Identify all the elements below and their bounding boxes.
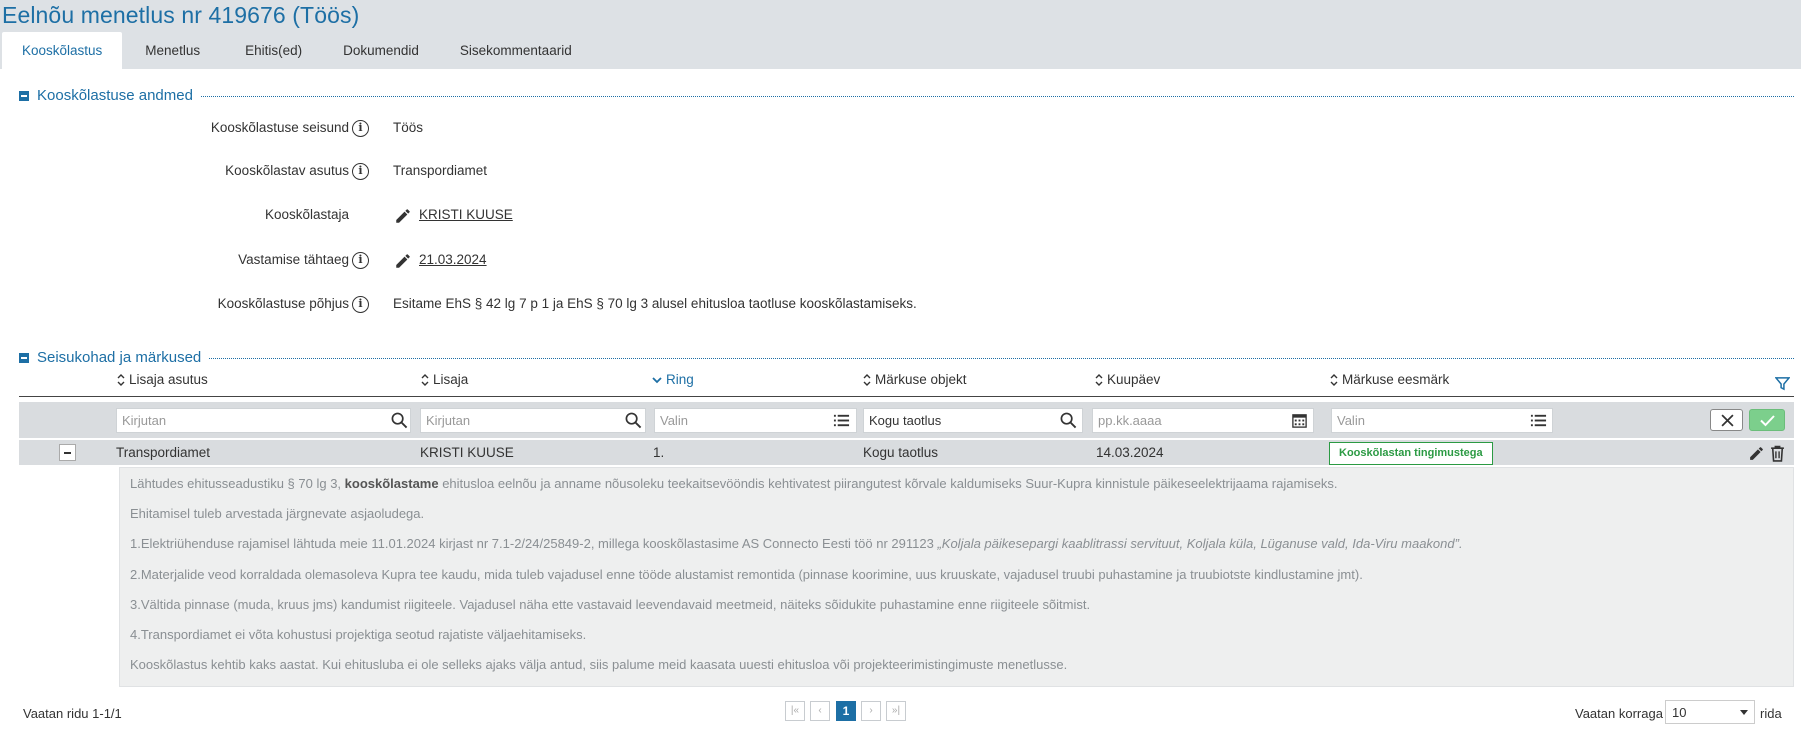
table-row[interactable]: Transpordiamet KRISTI KUUSE 1. Kogu taot… xyxy=(19,440,1794,465)
field-value: Transpordiamet xyxy=(393,163,488,178)
filter-author-input[interactable]: Kirjutan xyxy=(420,408,646,433)
calendar-icon[interactable] xyxy=(1291,412,1308,429)
deadline-link[interactable]: 21.03.2024 xyxy=(419,252,487,267)
info-icon[interactable]: i xyxy=(352,120,369,137)
divider xyxy=(209,358,1794,359)
info-icon[interactable]: i xyxy=(352,163,369,180)
tab-ehitised[interactable]: Ehitis(ed) xyxy=(225,32,322,69)
field-label: Kooskõlastav asutus xyxy=(225,163,349,178)
cell-author: KRISTI KUUSE xyxy=(420,445,514,460)
page-size-select[interactable]: 10 xyxy=(1665,700,1755,724)
filter-purpose-select[interactable]: Valin xyxy=(1331,408,1553,433)
last-page-button[interactable]: »| xyxy=(886,701,906,721)
cell-agency: Transpordiamet xyxy=(116,445,211,460)
tab-sisekommentaarid[interactable]: Sisekommentaarid xyxy=(440,32,592,69)
column-header-date[interactable]: Kuupäev xyxy=(1094,372,1160,387)
page-title: Eelnõu menetlus nr 419676 (Töös) xyxy=(2,2,360,28)
pencil-icon[interactable] xyxy=(394,252,412,270)
detail-paragraph: 4.Transpordiamet ei võta kohustusi proje… xyxy=(130,627,587,642)
chevron-down-icon xyxy=(1740,710,1748,715)
page-size-value: 10 xyxy=(1672,705,1687,720)
field-label: Vastamise tähtaeg xyxy=(238,252,349,267)
trash-icon[interactable] xyxy=(1770,445,1785,462)
field-deadline: Vastamise tähtaeg i 21.03.2024 xyxy=(0,252,1200,272)
field-approver: Kooskõlastaja KRISTI KUUSE xyxy=(0,207,1200,227)
pencil-icon[interactable] xyxy=(1748,445,1765,462)
info-icon[interactable]: i xyxy=(352,296,369,313)
list-icon[interactable] xyxy=(1530,412,1547,429)
detail-paragraph: Kooskõlastus kehtib kaks aastat. Kui ehi… xyxy=(130,657,1068,672)
divider xyxy=(200,96,1794,97)
next-page-button[interactable]: › xyxy=(861,701,881,721)
detail-paragraph: Ehitamisel tuleb arvestada järgnevate as… xyxy=(130,506,425,521)
collapse-row-button[interactable] xyxy=(59,444,76,461)
field-value: Esitame EhS § 42 lg 7 p 1 ja EhS § 70 lg… xyxy=(393,296,917,311)
sort-icon xyxy=(1330,373,1338,386)
tab-dokumendid[interactable]: Dokumendid xyxy=(323,32,439,69)
pagination-bar: Vaatan ridu 1-1/1 |« ‹ 1 › »| Vaatan kor… xyxy=(0,700,1801,729)
rows-suffix: rida xyxy=(1760,706,1782,721)
sort-desc-icon xyxy=(652,376,662,383)
search-icon[interactable] xyxy=(1060,412,1077,429)
cell-date: 14.03.2024 xyxy=(1096,445,1164,460)
comment-detail-panel: Lähtudes ehitusseadustiku § 70 lg 3, koo… xyxy=(119,467,1794,687)
filter-object-input[interactable]: Kogu taotlus xyxy=(863,408,1083,433)
field-status: Kooskõlastuse seisund i Töös xyxy=(0,120,1200,140)
field-reason: Kooskõlastuse põhjus i Esitame EhS § 42 … xyxy=(0,296,1200,316)
page-number-button[interactable]: 1 xyxy=(836,701,856,721)
field-agency: Kooskõlastav asutus i Transpordiamet xyxy=(0,163,1200,183)
filter-icon[interactable] xyxy=(1775,376,1790,391)
filter-agency-input[interactable]: Kirjutan xyxy=(116,408,411,433)
column-header-round[interactable]: Ring xyxy=(651,372,694,387)
filter-date-input[interactable]: pp.kk.aaaa xyxy=(1092,408,1314,433)
field-label: Kooskõlastaja xyxy=(264,207,349,222)
rows-info: Vaatan ridu 1-1/1 xyxy=(23,706,122,721)
comments-section-header: Seisukohad ja märkused xyxy=(19,349,1794,366)
cell-round: 1. xyxy=(653,445,665,460)
filter-round-select[interactable]: Valin xyxy=(654,408,857,433)
detail-paragraph: 3.Vältida pinnase (muda, kruus jms) kand… xyxy=(130,597,1091,612)
filter-row: Kirjutan Kirjutan Valin Kogu taotlus pp.… xyxy=(19,402,1794,438)
detail-paragraph: 2.Materjalide veod korraldada olemasolev… xyxy=(130,567,1363,582)
tab-menetlus[interactable]: Menetlus xyxy=(123,32,224,69)
detail-paragraph: 1.Elektriühenduse rajamisel lähtuda meie… xyxy=(130,536,1463,551)
collapse-icon[interactable] xyxy=(19,90,29,101)
prev-page-button[interactable]: ‹ xyxy=(810,701,830,721)
column-header-purpose[interactable]: Märkuse eesmärk xyxy=(1329,372,1449,387)
approval-section-header: Kooskõlastuse andmed xyxy=(19,87,1794,104)
cell-object: Kogu taotlus xyxy=(863,445,939,460)
tab-kooskolastus[interactable]: Kooskõlastus xyxy=(2,32,123,69)
search-icon[interactable] xyxy=(391,412,408,429)
list-icon[interactable] xyxy=(833,412,850,429)
section-title: Seisukohad ja märkused xyxy=(37,349,202,366)
detail-paragraph: Lähtudes ehitusseadustiku § 70 lg 3, koo… xyxy=(130,476,1338,491)
sort-icon xyxy=(117,373,125,386)
close-icon xyxy=(1721,414,1734,427)
header-divider xyxy=(19,396,1794,397)
field-label: Kooskõlastuse põhjus xyxy=(217,296,349,311)
sort-icon xyxy=(421,373,429,386)
header-bar: Eelnõu menetlus nr 419676 (Töös) Kooskõl… xyxy=(0,0,1801,69)
pencil-icon[interactable] xyxy=(394,207,412,225)
tab-bar: Kooskõlastus Menetlus Ehitis(ed) Dokumen… xyxy=(2,32,592,69)
collapse-icon[interactable] xyxy=(19,352,29,363)
field-value: Töös xyxy=(393,120,424,135)
sort-icon xyxy=(1095,373,1103,386)
info-icon[interactable]: i xyxy=(352,252,369,269)
column-header-agency[interactable]: Lisaja asutus xyxy=(116,372,208,387)
clear-filters-button[interactable] xyxy=(1710,409,1743,431)
section-title: Kooskõlastuse andmed xyxy=(37,87,193,104)
column-header-author[interactable]: Lisaja xyxy=(420,372,468,387)
approver-link[interactable]: KRISTI KUUSE xyxy=(419,207,513,222)
sort-icon xyxy=(863,373,871,386)
field-label: Kooskõlastuse seisund xyxy=(210,120,349,135)
status-badge: Kooskõlastan tingimustega xyxy=(1329,442,1493,465)
first-page-button[interactable]: |« xyxy=(785,701,805,721)
column-header-object[interactable]: Märkuse objekt xyxy=(862,372,967,387)
check-icon xyxy=(1760,415,1775,427)
search-icon[interactable] xyxy=(625,412,642,429)
page-size-label: Vaatan korraga xyxy=(1575,706,1663,721)
apply-filters-button[interactable] xyxy=(1749,409,1785,431)
